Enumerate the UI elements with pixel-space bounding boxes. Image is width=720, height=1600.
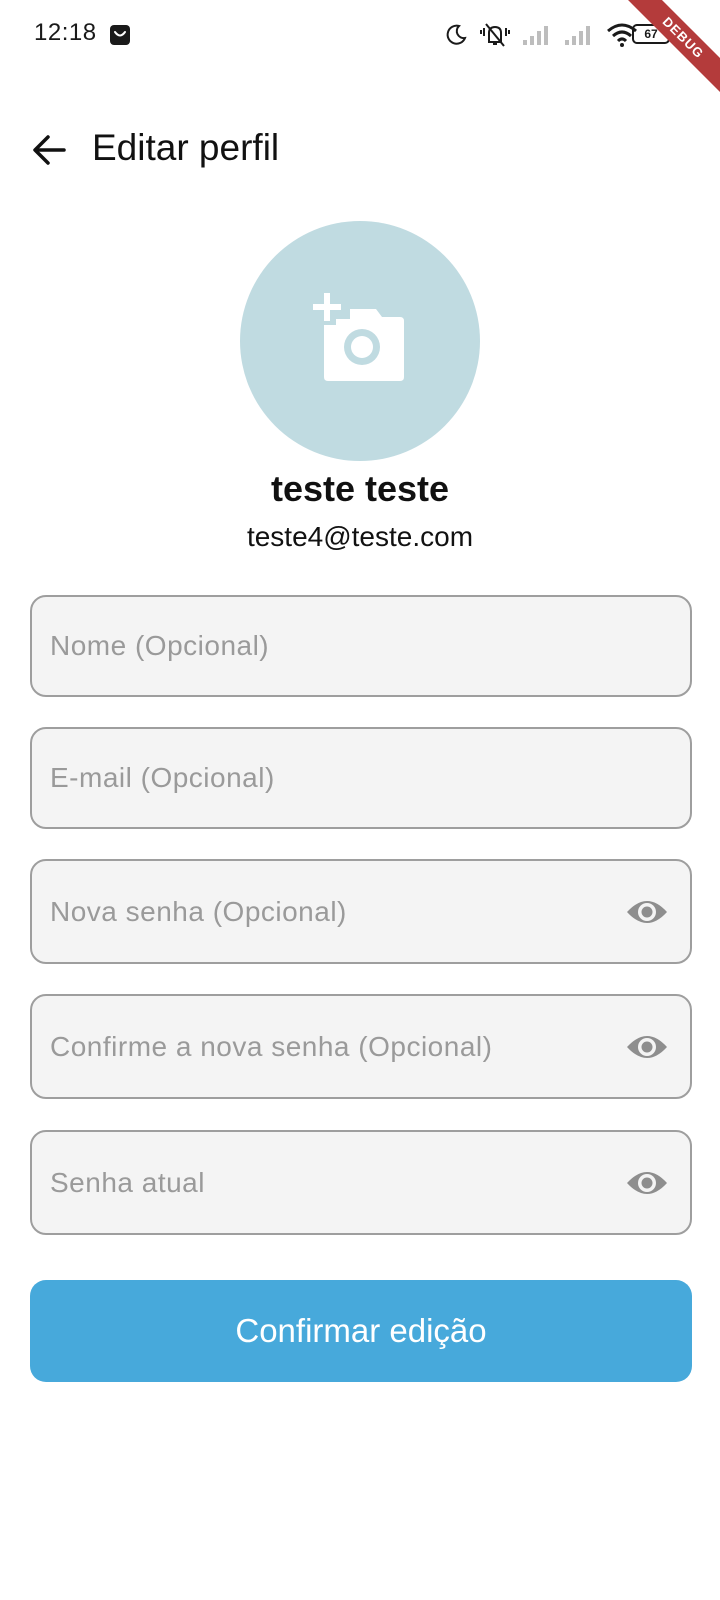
- confirm-password-field: [30, 994, 692, 1099]
- profile-email: teste4@teste.com: [246, 521, 474, 552]
- add-photo-camera-icon: [313, 293, 404, 381]
- signal-icon: [565, 26, 590, 45]
- status-bar: 12:18 67: [0, 0, 720, 70]
- name-field: [30, 595, 692, 697]
- new-password-field: [30, 859, 692, 964]
- app-bar: Editar perfil: [0, 110, 720, 186]
- profile-name: teste teste: [270, 468, 450, 509]
- email-field: [30, 727, 692, 829]
- eye-icon[interactable]: [626, 1029, 668, 1065]
- debug-banner: DEBUG: [621, 0, 720, 100]
- avatar-upload-button[interactable]: [240, 221, 480, 461]
- signal-icon: [523, 26, 548, 45]
- current-password-input[interactable]: [50, 1132, 610, 1233]
- status-time: 12:18: [34, 19, 97, 46]
- new-password-input[interactable]: [50, 861, 610, 962]
- notification-bag-icon: [110, 25, 130, 45]
- status-icons: [444, 20, 638, 50]
- debug-banner-container: DEBUG: [620, 0, 720, 100]
- back-arrow-icon[interactable]: [28, 128, 72, 172]
- email-input[interactable]: [50, 729, 610, 827]
- eye-icon[interactable]: [626, 1165, 668, 1201]
- confirm-edit-button[interactable]: Confirmar edição: [30, 1280, 692, 1382]
- confirm-password-input[interactable]: [50, 996, 610, 1097]
- current-password-field: [30, 1130, 692, 1235]
- name-input[interactable]: [50, 597, 610, 695]
- page-title: Editar perfil: [92, 127, 280, 168]
- moon-icon: [446, 24, 467, 45]
- eye-icon[interactable]: [626, 894, 668, 930]
- vibrate-off-icon: [480, 23, 510, 47]
